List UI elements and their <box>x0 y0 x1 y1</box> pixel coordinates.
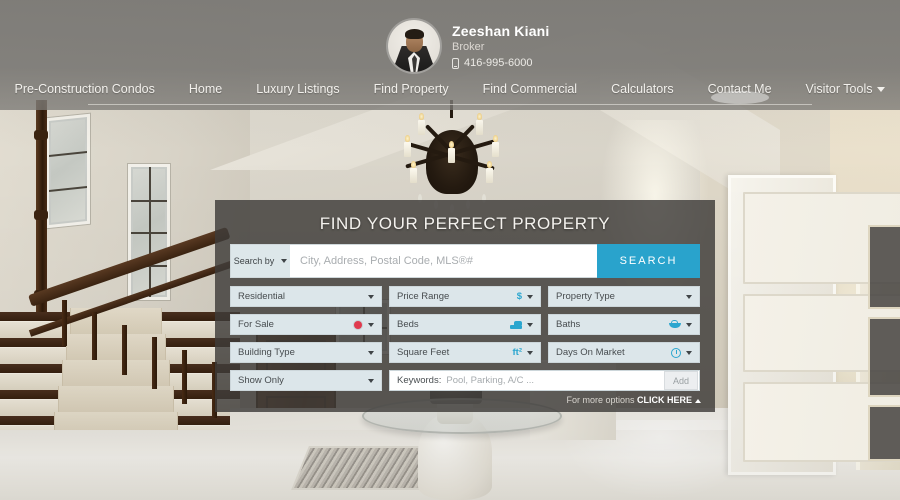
dollar-icon: $ <box>516 291 522 302</box>
nav-item-luxury-listings[interactable]: Luxury Listings <box>239 82 356 96</box>
chevron-down-icon <box>527 350 533 355</box>
chevron-down-icon <box>368 378 374 383</box>
agent-name: Zeeshan Kiani <box>452 23 550 39</box>
more-options-prefix: For more options <box>566 395 637 405</box>
filter-residential-label: Residential <box>238 291 285 302</box>
filter-price-range[interactable]: Price Range $ <box>389 286 541 307</box>
search-input[interactable] <box>290 244 597 278</box>
filter-beds[interactable]: Beds <box>389 314 541 335</box>
chevron-down-icon <box>527 294 533 299</box>
nav-item-contact-me[interactable]: Contact Me <box>691 82 789 96</box>
filter-for-sale-label: For Sale <box>238 319 274 330</box>
filter-show-only[interactable]: Show Only <box>230 370 382 391</box>
agent-phone[interactable]: 416-995-6000 <box>452 57 550 69</box>
chevron-down-icon <box>368 350 374 355</box>
white-paneled-door <box>728 175 900 475</box>
nav-item-visitor-tools[interactable]: Visitor Tools <box>789 82 900 96</box>
nav-item-calculators[interactable]: Calculators <box>594 82 691 96</box>
chevron-down-icon <box>877 87 886 93</box>
bed-icon <box>510 320 522 329</box>
agent-phone-number: 416-995-6000 <box>464 57 533 69</box>
chevron-down-icon <box>686 294 692 299</box>
filter-for-sale[interactable]: For Sale <box>230 314 382 335</box>
caret-up-icon <box>695 398 701 403</box>
add-keyword-button[interactable]: Add <box>664 371 698 390</box>
agent-role: Broker <box>452 41 485 53</box>
chevron-down-icon <box>686 322 692 327</box>
filter-square-feet[interactable]: Square Feet ft² <box>389 342 541 363</box>
keywords-input-group[interactable]: Keywords: Pool, Parking, A/C ... Add <box>389 370 700 391</box>
red-dot-icon <box>354 320 362 329</box>
square-feet-icon: ft² <box>512 347 523 358</box>
more-options-click-here: CLICK HERE <box>636 395 692 405</box>
avatar <box>388 20 440 72</box>
filter-show-only-label: Show Only <box>238 375 284 386</box>
chevron-down-icon <box>527 322 533 327</box>
mobile-phone-icon <box>452 57 459 69</box>
search-bar: Search by SEARCH <box>230 244 700 278</box>
filter-residential[interactable]: Residential <box>230 286 382 307</box>
main-navigation: Pre-Construction Condos Home Luxury List… <box>0 82 900 110</box>
filter-property-type[interactable]: Property Type <box>548 286 700 307</box>
filter-beds-label: Beds <box>397 319 419 330</box>
property-search-panel: FIND YOUR PERFECT PROPERTY Search by SEA… <box>215 200 715 412</box>
nav-item-visitor-tools-label: Visitor Tools <box>805 82 873 96</box>
chevron-down-icon <box>686 350 692 355</box>
search-by-dropdown[interactable]: Search by <box>230 244 290 278</box>
keywords-label: Keywords: <box>397 375 442 386</box>
nav-item-find-commercial[interactable]: Find Commercial <box>466 82 594 96</box>
filter-price-range-label: Price Range <box>397 291 450 302</box>
filter-square-feet-label: Square Feet <box>397 347 450 358</box>
page-title: FIND YOUR PERFECT PROPERTY <box>319 214 611 233</box>
nav-item-find-property[interactable]: Find Property <box>357 82 466 96</box>
page-root: Zeeshan Kiani Broker 416-995-6000 Pre-Co… <box>0 0 900 500</box>
more-options-link[interactable]: For more options CLICK HERE <box>566 395 701 405</box>
filter-building-type-label: Building Type <box>238 347 295 358</box>
filter-baths[interactable]: Baths <box>548 314 700 335</box>
agent-identity: Zeeshan Kiani Broker 416-995-6000 <box>388 20 550 72</box>
filter-property-type-label: Property Type <box>556 291 615 302</box>
bathtub-icon <box>669 320 681 329</box>
search-by-label: Search by <box>233 256 275 266</box>
filter-building-type[interactable]: Building Type <box>230 342 382 363</box>
search-button[interactable]: SEARCH <box>597 244 700 278</box>
chevron-down-icon <box>368 322 374 327</box>
chevron-down-icon <box>281 259 288 263</box>
keywords-placeholder: Pool, Parking, A/C ... <box>446 375 535 386</box>
chevron-down-icon <box>368 294 374 299</box>
clock-icon <box>671 347 681 358</box>
nav-item-pre-construction-condos[interactable]: Pre-Construction Condos <box>0 82 172 96</box>
filter-baths-label: Baths <box>556 319 581 330</box>
nav-item-home[interactable]: Home <box>172 82 239 96</box>
nav-underline <box>88 104 812 105</box>
filter-grid: Residential Price Range $ Property Type … <box>230 286 700 391</box>
filter-days-on-market-label: Days On Market <box>556 347 625 358</box>
site-header: Zeeshan Kiani Broker 416-995-6000 Pre-Co… <box>0 0 900 110</box>
filter-days-on-market[interactable]: Days On Market <box>548 342 700 363</box>
